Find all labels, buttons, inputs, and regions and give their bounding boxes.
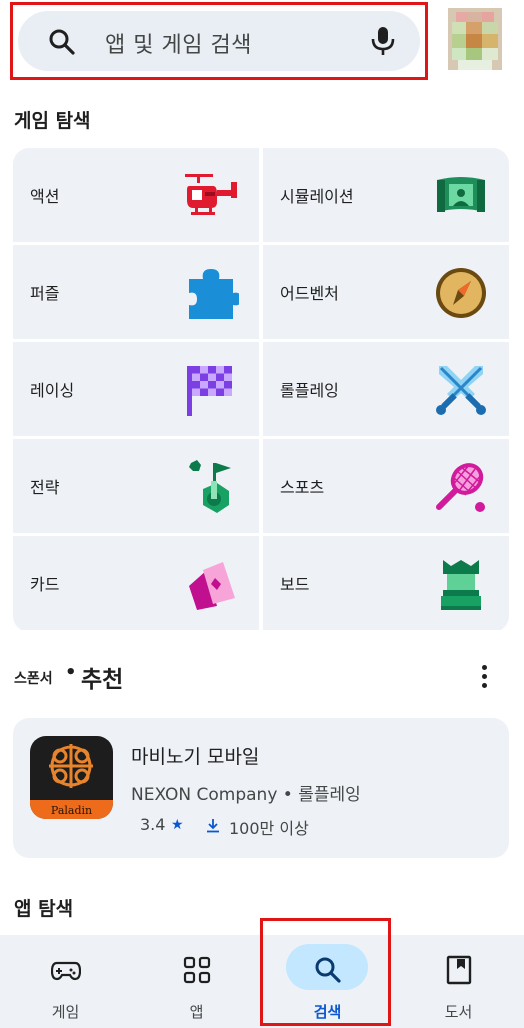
- category-puzzle[interactable]: 퍼즐: [13, 245, 259, 339]
- app-downloads: 100만 이상: [229, 819, 309, 838]
- avatar[interactable]: [448, 8, 502, 70]
- star-icon: ★: [171, 817, 184, 833]
- nav-games[interactable]: 게임: [0, 935, 131, 1028]
- game-category-grid: 액션 시뮬레이션 퍼즐 어드벤처 레이싱 롤플레잉 전략 스포츠 카드 보드: [13, 148, 509, 632]
- app-rating: 3.4: [140, 815, 166, 834]
- sponsored-label: 스폰서: [14, 671, 53, 687]
- category-board[interactable]: 보드: [263, 536, 509, 630]
- nav-label: 게임: [51, 1003, 80, 1021]
- app-icon-band-text: Paladin: [50, 804, 93, 817]
- checkered-flag-icon: [187, 366, 232, 416]
- nav-label: 앱: [189, 1003, 204, 1021]
- category-label: 보드: [280, 575, 310, 594]
- category-racing[interactable]: 레이싱: [13, 342, 259, 436]
- recommended-title: 추천: [81, 667, 124, 693]
- category-roleplaying[interactable]: 롤플레잉: [263, 342, 509, 436]
- chess-rook-icon: [441, 560, 481, 610]
- category-label: 롤플레잉: [280, 381, 339, 400]
- category-label: 퍼즐: [30, 284, 60, 303]
- category-adventure[interactable]: 어드벤처: [263, 245, 509, 339]
- category-strategy[interactable]: 전략: [13, 439, 259, 533]
- category-card[interactable]: 카드: [13, 536, 259, 630]
- strategy-flag-icon: [189, 460, 231, 513]
- nav-label: 도서: [444, 1003, 473, 1021]
- tennis-racket-icon: [436, 463, 485, 512]
- puzzle-piece-icon: [189, 269, 239, 319]
- knot-pattern-icon: [49, 744, 93, 788]
- app-name: 마비노기 모바일: [131, 746, 260, 768]
- sponsored-header: 스폰서 • 추천: [14, 660, 504, 694]
- category-label: 전략: [30, 478, 60, 497]
- explore-apps-title: 앱 탐색: [14, 898, 74, 920]
- category-label: 카드: [30, 575, 60, 594]
- more-vertical-icon[interactable]: [480, 663, 490, 691]
- category-sports[interactable]: 스포츠: [263, 439, 509, 533]
- nav-books[interactable]: 도서: [393, 935, 524, 1028]
- gamepad-icon: [50, 961, 81, 981]
- nav-search-highlight-box: [260, 918, 391, 1026]
- search-icon: [49, 29, 75, 55]
- category-label: 스포츠: [280, 478, 325, 497]
- nav-apps[interactable]: 앱: [131, 935, 262, 1028]
- search-highlight-box: 앱 및 게임 검색: [10, 2, 428, 80]
- category-label: 시뮬레이션: [280, 187, 354, 206]
- app-icon: Paladin: [30, 736, 113, 819]
- category-label: 액션: [30, 187, 60, 206]
- simulation-screen-icon: [437, 177, 485, 212]
- compass-icon: [436, 268, 486, 318]
- explore-games-title: 게임 탐색: [14, 110, 91, 132]
- category-label: 어드벤처: [280, 284, 339, 303]
- category-simulation[interactable]: 시뮬레이션: [263, 148, 509, 242]
- cards-icon: [189, 562, 235, 610]
- book-icon: [446, 955, 471, 985]
- apps-grid-icon: [183, 956, 210, 984]
- download-icon: [207, 819, 219, 833]
- category-label: 레이싱: [30, 381, 75, 400]
- search-placeholder[interactable]: 앱 및 게임 검색: [105, 27, 252, 59]
- separator-dot: •: [65, 662, 77, 683]
- app-developer-genre: NEXON Company • 롤플레잉: [131, 785, 361, 805]
- search-bar[interactable]: 앱 및 게임 검색: [18, 11, 420, 71]
- crossed-swords-icon: [436, 366, 486, 415]
- helicopter-icon: [185, 174, 237, 215]
- microphone-icon[interactable]: [370, 26, 396, 56]
- category-action[interactable]: 액션: [13, 148, 259, 242]
- sponsored-app-card[interactable]: Paladin 마비노기 모바일 NEXON Company • 롤플레잉 3.…: [13, 718, 509, 858]
